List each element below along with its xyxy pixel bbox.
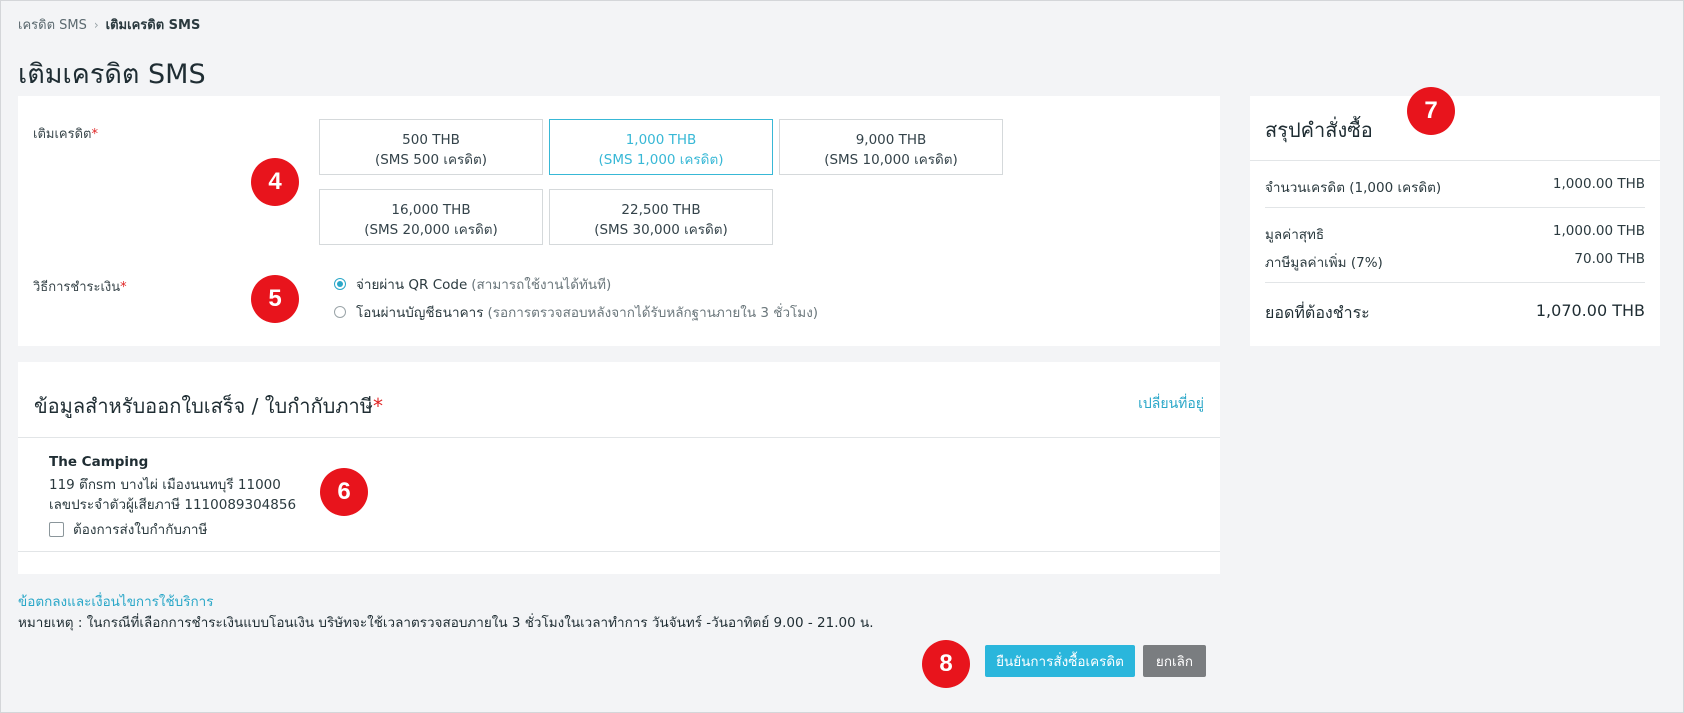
confirm-order-button[interactable]: ยืนยันการสั่งซื้อเครดิต xyxy=(985,645,1135,677)
invoice-panel: ข้อมูลสำหรับออกใบเสร็จ / ใบกำกับภาษี* เป… xyxy=(18,362,1220,574)
divider xyxy=(1250,160,1660,161)
company-address: 119 ตึกsm บางไผ่ เมืองนนทบุรี 11000 xyxy=(49,477,281,493)
breadcrumb-current: เติมเครดิต SMS xyxy=(105,18,201,33)
package-option-9000[interactable]: 9,000 THB (SMS 10,000 เครดิต) xyxy=(779,119,1003,175)
summary-net-row: มูลค่าสุทธิ 1,000.00 THB xyxy=(1265,223,1645,245)
credit-label-group: เติมเครดิต* xyxy=(33,123,98,144)
package-price: 1,000 THB xyxy=(625,132,697,148)
package-credits: (SMS 30,000 เครดิต) xyxy=(594,222,728,238)
order-summary-panel: สรุปคำสั่งซื้อ จำนวนเครดิต (1,000 เครดิต… xyxy=(1250,96,1660,346)
terms-link[interactable]: ข้อตกลงและเงื่อนไขการใช้บริการ xyxy=(18,590,214,612)
required-mark: * xyxy=(372,394,383,418)
package-price: 9,000 THB xyxy=(855,132,927,148)
summary-vat-label: ภาษีมูลค่าเพิ่ม (7%) xyxy=(1265,255,1383,271)
company-name: The Camping xyxy=(49,454,149,470)
credit-panel: เติมเครดิต* 500 THB (SMS 500 เครดิต) 1,0… xyxy=(18,96,1220,346)
summary-credit-label: จำนวนเครดิต (1,000 เครดิต) xyxy=(1265,180,1442,196)
package-option-1000[interactable]: 1,000 THB (SMS 1,000 เครดิต) xyxy=(549,119,773,175)
radio-button[interactable] xyxy=(334,278,346,290)
payment-option-qr[interactable]: จ่ายผ่าน QR Code (สามารถใช้งานได้ทันที) xyxy=(334,273,611,295)
credit-label: เติมเครดิต xyxy=(33,127,92,142)
divider xyxy=(1265,282,1645,283)
summary-vat-row: ภาษีมูลค่าเพิ่ม (7%) 70.00 THB xyxy=(1265,251,1645,273)
send-invoice-label: ต้องการส่งใบกำกับภาษี xyxy=(73,522,208,538)
breadcrumb-parent-link[interactable]: เครดิต SMS xyxy=(18,14,87,35)
invoice-title-group: ข้อมูลสำหรับออกใบเสร็จ / ใบกำกับภาษี* xyxy=(34,390,383,422)
package-option-16000[interactable]: 16,000 THB (SMS 20,000 เครดิต) xyxy=(319,189,543,245)
payment-label: วิธีการชำระเงิน xyxy=(33,280,121,295)
summary-total-row: ยอดที่ต้องชำระ 1,070.00 THB xyxy=(1265,301,1645,326)
package-price: 16,000 THB xyxy=(391,202,471,218)
package-option-22500[interactable]: 22,500 THB (SMS 30,000 เครดิต) xyxy=(549,189,773,245)
package-credits: (SMS 10,000 เครดิต) xyxy=(824,152,958,168)
annotation-badge-6: 6 xyxy=(320,468,368,516)
package-price: 22,500 THB xyxy=(621,202,701,218)
cancel-button[interactable]: ยกเลิก xyxy=(1143,645,1206,677)
payment-option-bank-transfer[interactable]: โอนผ่านบัญชีธนาคาร (รอการตรวจสอบหลังจากไ… xyxy=(334,301,818,323)
summary-title: สรุปคำสั่งซื้อ xyxy=(1265,118,1373,142)
package-credits: (SMS 1,000 เครดิต) xyxy=(598,152,724,168)
divider xyxy=(1265,207,1645,208)
payment-label-group: วิธีการชำระเงิน* xyxy=(33,276,127,297)
summary-total-value: 1,070.00 THB xyxy=(1535,301,1645,320)
chevron-right-icon: › xyxy=(93,17,99,32)
annotation-badge-4: 4 xyxy=(251,158,299,206)
payment-note: หมายเหตุ : ในกรณีที่เลือกการชำระเงินแบบโ… xyxy=(18,615,874,631)
divider xyxy=(18,437,1220,438)
summary-net-label: มูลค่าสุทธิ xyxy=(1265,227,1325,243)
annotation-badge-5: 5 xyxy=(251,275,299,323)
package-price: 500 THB xyxy=(402,132,460,148)
divider xyxy=(18,551,1220,552)
summary-total-label: ยอดที่ต้องชำระ xyxy=(1265,303,1370,322)
payment-option-note: (รอการตรวจสอบหลังจากได้รับหลักฐานภายใน 3… xyxy=(487,305,819,321)
summary-credit-row: จำนวนเครดิต (1,000 เครดิต) 1,000.00 THB xyxy=(1265,176,1645,198)
package-option-500[interactable]: 500 THB (SMS 500 เครดิต) xyxy=(319,119,543,175)
payment-option-label: โอนผ่านบัญชีธนาคาร xyxy=(356,305,484,321)
page-title: เติมเครดิต SMS xyxy=(18,59,206,90)
invoice-title: ข้อมูลสำหรับออกใบเสร็จ / ใบกำกับภาษี xyxy=(34,394,373,418)
change-address-link[interactable]: เปลี่ยนที่อยู่ xyxy=(1138,393,1204,415)
breadcrumb: เครดิต SMS › เติมเครดิต SMS xyxy=(18,14,200,35)
summary-net-value: 1,000.00 THB xyxy=(1552,223,1645,239)
required-mark: * xyxy=(91,127,98,142)
company-tax-id: เลขประจำตัวผู้เสียภาษี 1110089304856 xyxy=(49,497,297,513)
package-credits: (SMS 20,000 เครดิต) xyxy=(364,222,498,238)
required-mark: * xyxy=(120,280,127,295)
annotation-badge-8: 8 xyxy=(922,640,970,688)
send-invoice-option[interactable]: ต้องการส่งใบกำกับภาษี xyxy=(49,518,207,540)
summary-credit-value: 1,000.00 THB xyxy=(1552,176,1645,192)
summary-vat-value: 70.00 THB xyxy=(1574,251,1645,267)
radio-button[interactable] xyxy=(334,306,346,318)
send-invoice-checkbox[interactable] xyxy=(49,521,64,537)
payment-option-note: (สามารถใช้งานได้ทันที) xyxy=(471,277,612,293)
payment-option-label: จ่ายผ่าน QR Code xyxy=(356,277,468,293)
annotation-badge-7: 7 xyxy=(1407,87,1455,135)
package-credits: (SMS 500 เครดิต) xyxy=(374,152,488,168)
